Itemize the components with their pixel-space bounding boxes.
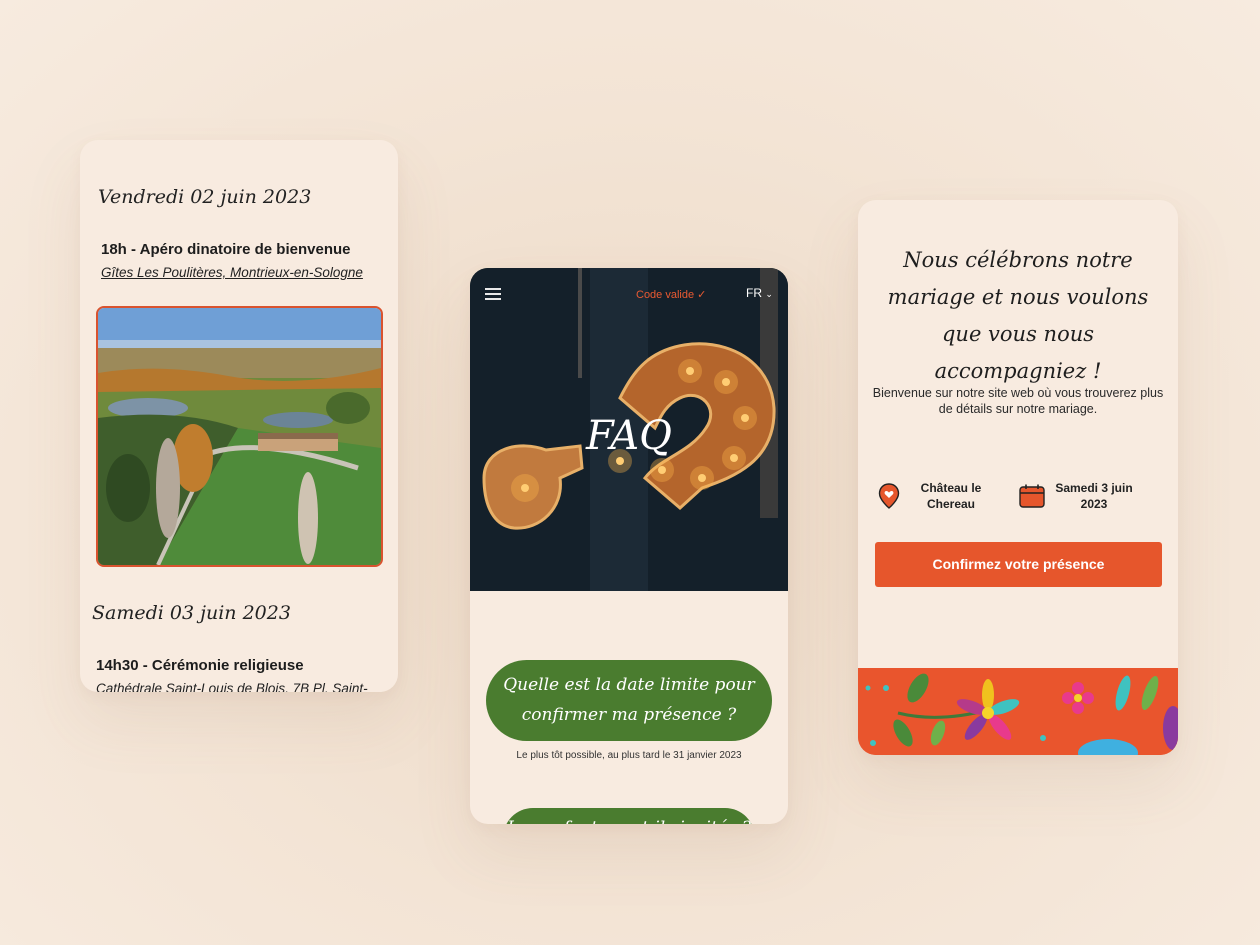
date-info: Samedi 3 juin 2023 (1018, 480, 1136, 512)
event1-location-link[interactable]: Gîtes Les Poulitères, Montrieux-en-Solog… (101, 265, 363, 280)
calendar-icon (1019, 484, 1045, 508)
day1-heading: Vendredi 02 juin 2023 (98, 186, 312, 208)
chevron-down-icon: ⌄ (765, 289, 773, 299)
language-selector[interactable]: FR ⌄ (746, 286, 773, 300)
schedule-card: Vendredi 02 juin 2023 18h - Apéro dinato… (80, 140, 398, 692)
faq-card: Code valide ✓ FR ⌄ FAQ Quelle est la dat… (470, 268, 788, 824)
venue-info: Château le Chereau (878, 480, 996, 512)
faq-title: FAQ (586, 413, 672, 459)
faq-hero: Code valide ✓ FR ⌄ FAQ (470, 268, 788, 591)
location-pin-icon (878, 483, 900, 509)
event2-title: 14h30 - Cérémonie religieuse (96, 657, 304, 674)
date-label: Samedi 3 juin 2023 (1055, 481, 1133, 511)
code-status-label: Code valide ✓ (636, 289, 707, 301)
home-card: Nous célébrons notre mariage et nous vou… (858, 200, 1178, 755)
welcome-headline: Nous célébrons notre mariage et nous vou… (887, 248, 1149, 383)
venue-label: Château le Chereau (920, 481, 982, 511)
language-label: FR (746, 286, 762, 300)
hamburger-menu-icon[interactable] (485, 288, 501, 300)
faq-question-1[interactable]: Quelle est la date limite pour confirmer… (486, 660, 772, 741)
rsvp-button[interactable]: Confirmez votre présence (875, 542, 1162, 587)
faq-answer-1: Le plus tôt possible, au plus tard le 31… (516, 750, 742, 761)
faq-question-2[interactable]: Les enfants sont-ils invités ? (503, 808, 755, 824)
day2-heading: Samedi 03 juin 2023 (92, 602, 291, 624)
event2-location-link[interactable]: Cathédrale Saint-Louis de Blois, 7B Pl. … (96, 681, 368, 692)
welcome-intro: Bienvenue sur notre site web où vous tro… (872, 386, 1164, 416)
floral-banner (858, 668, 1178, 755)
event1-title: 18h - Apéro dinatoire de bienvenue (101, 241, 351, 258)
venue-aerial-photo (96, 306, 383, 567)
